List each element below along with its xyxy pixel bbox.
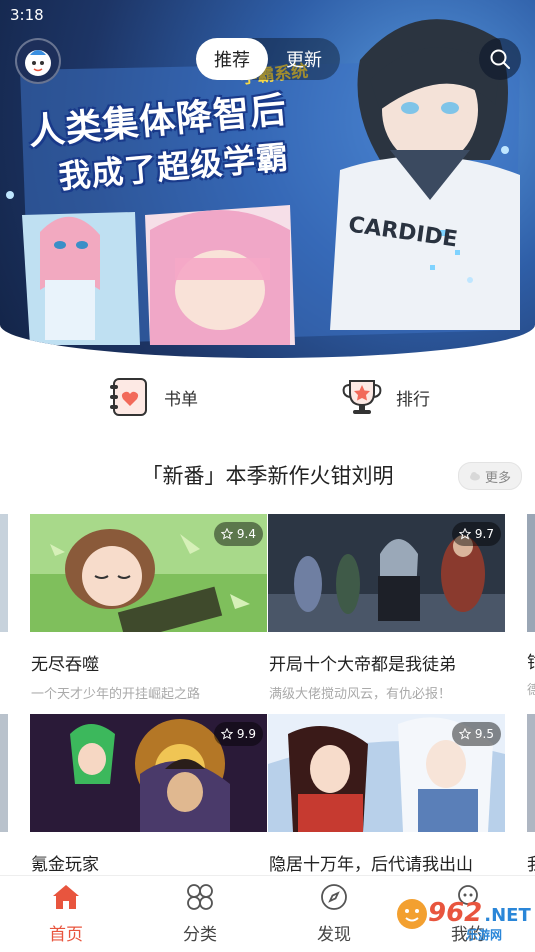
nav-item-discover[interactable]: 发现 [294, 882, 374, 945]
rating-value: 9.7 [474, 527, 494, 541]
next-card-desc-peek: 德 [527, 683, 535, 698]
rating-badge: 9.9 [213, 722, 263, 746]
star-outline-icon [458, 528, 471, 540]
home-icon [53, 885, 79, 909]
comic-cover: 9.4 [30, 514, 267, 632]
rating-value: 9.4 [236, 527, 256, 541]
comic-cover: 9.7 [268, 514, 505, 632]
avatar-button[interactable] [15, 38, 61, 84]
nav-label: 分类 [183, 925, 217, 945]
comic-card[interactable]: 9.4 无尽吞噬 一个天才少年的开挂崛起之路 [30, 514, 267, 702]
nav-label: 发现 [317, 925, 351, 945]
prev-card-peek[interactable] [0, 514, 8, 632]
cartoon-avatar-icon [25, 50, 51, 76]
tab-recommend[interactable]: 推荐 [196, 38, 268, 80]
compass-icon [321, 884, 347, 910]
shortcut-ranking[interactable]: 排行 [340, 372, 430, 422]
trophy-star-icon [342, 380, 382, 414]
star-outline-icon [220, 728, 233, 740]
next-card-peek[interactable] [527, 514, 535, 632]
search-icon [490, 49, 510, 69]
comic-card[interactable]: 9.7 开局十个大帝都是我徒弟 满级大佬搅动风云，有仇必报！ [268, 514, 505, 702]
more-button[interactable]: 更多 [458, 462, 522, 490]
tab-updates[interactable]: 更新 [268, 38, 340, 80]
shortcut-booklist[interactable]: 书单 [108, 372, 198, 422]
grid-icon [187, 884, 213, 910]
comic-card[interactable]: 9.5 隐居十万年，后代请我出山 [268, 714, 505, 875]
comic-title: 无尽吞噬 [31, 655, 99, 675]
prev-card-peek[interactable] [0, 714, 8, 832]
cloud-icon [469, 472, 480, 481]
next-card-title-peek: 我 [527, 850, 535, 875]
watermark-subtitle: 乐游网 [466, 928, 503, 942]
rating-badge: 9.7 [451, 522, 501, 546]
shortcut-booklist-label: 书单 [164, 389, 198, 410]
next-card-title-peek: 钳 [527, 648, 535, 673]
next-card-peek[interactable] [527, 714, 535, 832]
comic-title: 隐居十万年，后代请我出山 [269, 855, 473, 875]
rating-badge: 9.4 [213, 522, 263, 546]
search-button[interactable] [479, 38, 521, 80]
comic-desc: 一个天才少年的开挂崛起之路 [31, 687, 201, 702]
star-outline-icon [458, 728, 471, 740]
comic-cover: 9.5 [268, 714, 505, 832]
nav-item-category[interactable]: 分类 [160, 882, 240, 945]
status-time: 3:18 [10, 6, 44, 24]
comic-title: 开局十个大帝都是我徒弟 [269, 655, 456, 675]
watermark-text: 962 .NET [428, 898, 531, 928]
comic-title: 氪金玩家 [31, 855, 99, 875]
nav-label: 首页 [49, 925, 83, 945]
watermark-suffix: .NET [484, 905, 531, 926]
star-outline-icon [220, 528, 233, 540]
rating-value: 9.9 [236, 727, 256, 741]
feed-tab-switch[interactable]: 推荐 更新 [196, 38, 340, 80]
nav-item-home[interactable]: 首页 [26, 882, 106, 945]
site-watermark: 962 .NET 乐游网 [396, 890, 532, 946]
more-label: 更多 [484, 470, 511, 486]
watermark-number: 962 [428, 898, 483, 928]
comic-desc: 满级大佬搅动风云，有仇必报！ [269, 687, 452, 702]
rating-badge: 9.5 [451, 722, 501, 746]
shortcut-ranking-label: 排行 [396, 389, 430, 410]
rating-value: 9.5 [474, 727, 494, 741]
comic-cover: 9.9 [30, 714, 267, 832]
comic-card[interactable]: 9.9 氪金玩家 [30, 714, 267, 875]
section-title: 「新番」本季新作火钳刘明 [141, 464, 394, 488]
booklist-heart-icon [110, 378, 147, 416]
